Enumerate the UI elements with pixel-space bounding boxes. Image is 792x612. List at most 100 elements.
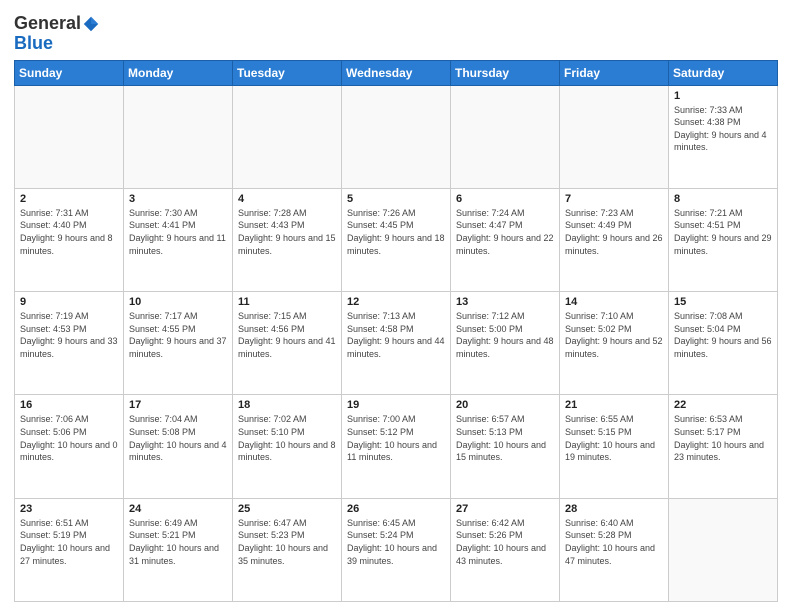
day-info: Sunrise: 6:40 AM Sunset: 5:28 PM Dayligh… <box>565 517 663 567</box>
day-number: 19 <box>347 399 445 411</box>
day-number: 26 <box>347 503 445 515</box>
calendar-cell: 13Sunrise: 7:12 AM Sunset: 5:00 PM Dayli… <box>451 292 560 395</box>
day-info: Sunrise: 6:47 AM Sunset: 5:23 PM Dayligh… <box>238 517 336 567</box>
day-number: 22 <box>674 399 772 411</box>
day-info: Sunrise: 7:24 AM Sunset: 4:47 PM Dayligh… <box>456 207 554 257</box>
day-info: Sunrise: 7:23 AM Sunset: 4:49 PM Dayligh… <box>565 207 663 257</box>
day-info: Sunrise: 7:02 AM Sunset: 5:10 PM Dayligh… <box>238 413 336 463</box>
calendar-cell <box>560 85 669 188</box>
calendar-week-row: 2 Sunrise: 7:31 AM Sunset: 4:40 PM Daylig… <box>15 188 778 291</box>
calendar-cell <box>342 85 451 188</box>
calendar-cell <box>124 85 233 188</box>
weekday-header-row: SundayMondayTuesdayWednesdayThursdayFrid… <box>15 60 778 85</box>
day-info: Sunrise: 6:45 AM Sunset: 5:24 PM Dayligh… <box>347 517 445 567</box>
day-info: Sunrise: 7:21 AM Sunset: 4:51 PM Dayligh… <box>674 207 772 257</box>
day-number: 24 <box>129 503 227 515</box>
logo-blue-text: Blue <box>14 34 100 54</box>
calendar-week-row: 23 Sunrise: 6:51 AM Sunset: 5:19 PM Dayli… <box>15 498 778 601</box>
day-info: Sunrise: 7:04 AM Sunset: 5:08 PM Dayligh… <box>129 413 227 463</box>
calendar-cell: 16Sunrise: 7:06 AM Sunset: 5:06 PM Dayli… <box>15 395 124 498</box>
day-info: Sunrise: 6:57 AM Sunset: 5:13 PM Dayligh… <box>456 413 554 463</box>
day-number: 6 <box>456 193 554 205</box>
day-info: Sunrise: 6:42 AM Sunset: 5:26 PM Dayligh… <box>456 517 554 567</box>
logo: General Blue <box>14 14 100 54</box>
calendar-table: SundayMondayTuesdayWednesdayThursdayFrid… <box>14 60 778 602</box>
calendar-cell: 14 Sunrise: 7:10 AM Sunset: 5:02 PM Dayli… <box>560 292 669 395</box>
day-number: 4 <box>238 193 336 205</box>
calendar-cell <box>669 498 778 601</box>
day-number: 7 <box>565 193 663 205</box>
calendar-cell: 2 Sunrise: 7:31 AM Sunset: 4:40 PM Daylig… <box>15 188 124 291</box>
calendar-cell: 28Sunrise: 6:40 AM Sunset: 5:28 PM Dayli… <box>560 498 669 601</box>
calendar-cell: 10 Sunrise: 7:17 AM Sunset: 4:55 PM Dayli… <box>124 292 233 395</box>
day-number: 10 <box>129 296 227 308</box>
day-info: Sunrise: 7:33 AM Sunset: 4:38 PM Dayligh… <box>674 104 772 154</box>
day-info: Sunrise: 7:17 AM Sunset: 4:55 PM Dayligh… <box>129 310 227 360</box>
page: General Blue SundayMondayTuesdayWednesda… <box>0 0 792 612</box>
day-number: 1 <box>674 90 772 102</box>
calendar-week-row: 16Sunrise: 7:06 AM Sunset: 5:06 PM Dayli… <box>15 395 778 498</box>
weekday-header-wednesday: Wednesday <box>342 60 451 85</box>
calendar-cell: 23 Sunrise: 6:51 AM Sunset: 5:19 PM Dayli… <box>15 498 124 601</box>
day-number: 17 <box>129 399 227 411</box>
calendar-cell: 12 Sunrise: 7:13 AM Sunset: 4:58 PM Dayli… <box>342 292 451 395</box>
day-info: Sunrise: 7:13 AM Sunset: 4:58 PM Dayligh… <box>347 310 445 360</box>
calendar-cell: 20 Sunrise: 6:57 AM Sunset: 5:13 PM Dayli… <box>451 395 560 498</box>
calendar-cell: 1 Sunrise: 7:33 AM Sunset: 4:38 PM Daylig… <box>669 85 778 188</box>
logo-general-text: General <box>14 14 81 34</box>
calendar-cell: 18 Sunrise: 7:02 AM Sunset: 5:10 PM Dayli… <box>233 395 342 498</box>
day-info: Sunrise: 6:53 AM Sunset: 5:17 PM Dayligh… <box>674 413 772 463</box>
calendar-cell: 22 Sunrise: 6:53 AM Sunset: 5:17 PM Dayli… <box>669 395 778 498</box>
day-info: Sunrise: 6:55 AM Sunset: 5:15 PM Dayligh… <box>565 413 663 463</box>
calendar-cell: 17 Sunrise: 7:04 AM Sunset: 5:08 PM Dayli… <box>124 395 233 498</box>
day-info: Sunrise: 6:51 AM Sunset: 5:19 PM Dayligh… <box>20 517 118 567</box>
day-info: Sunrise: 7:26 AM Sunset: 4:45 PM Dayligh… <box>347 207 445 257</box>
day-info: Sunrise: 7:19 AM Sunset: 4:53 PM Dayligh… <box>20 310 118 360</box>
day-number: 20 <box>456 399 554 411</box>
day-number: 18 <box>238 399 336 411</box>
calendar-cell <box>15 85 124 188</box>
weekday-header-friday: Friday <box>560 60 669 85</box>
calendar-cell: 26 Sunrise: 6:45 AM Sunset: 5:24 PM Dayli… <box>342 498 451 601</box>
calendar-cell: 8 Sunrise: 7:21 AM Sunset: 4:51 PM Daylig… <box>669 188 778 291</box>
weekday-header-monday: Monday <box>124 60 233 85</box>
calendar-cell: 24 Sunrise: 6:49 AM Sunset: 5:21 PM Dayli… <box>124 498 233 601</box>
day-info: Sunrise: 7:15 AM Sunset: 4:56 PM Dayligh… <box>238 310 336 360</box>
weekday-header-saturday: Saturday <box>669 60 778 85</box>
calendar-cell: 27 Sunrise: 6:42 AM Sunset: 5:26 PM Dayli… <box>451 498 560 601</box>
day-number: 21 <box>565 399 663 411</box>
weekday-header-tuesday: Tuesday <box>233 60 342 85</box>
day-number: 16 <box>20 399 118 411</box>
calendar-week-row: 9 Sunrise: 7:19 AM Sunset: 4:53 PM Daylig… <box>15 292 778 395</box>
calendar-week-row: 1 Sunrise: 7:33 AM Sunset: 4:38 PM Daylig… <box>15 85 778 188</box>
calendar-cell: 19 Sunrise: 7:00 AM Sunset: 5:12 PM Dayli… <box>342 395 451 498</box>
calendar-cell: 25Sunrise: 6:47 AM Sunset: 5:23 PM Dayli… <box>233 498 342 601</box>
calendar-cell: 3Sunrise: 7:30 AM Sunset: 4:41 PM Daylig… <box>124 188 233 291</box>
day-number: 11 <box>238 296 336 308</box>
calendar-cell: 15Sunrise: 7:08 AM Sunset: 5:04 PM Dayli… <box>669 292 778 395</box>
day-number: 9 <box>20 296 118 308</box>
calendar-cell: 9 Sunrise: 7:19 AM Sunset: 4:53 PM Daylig… <box>15 292 124 395</box>
day-number: 3 <box>129 193 227 205</box>
logo-icon <box>82 15 100 33</box>
day-info: Sunrise: 7:12 AM Sunset: 5:00 PM Dayligh… <box>456 310 554 360</box>
day-info: Sunrise: 7:00 AM Sunset: 5:12 PM Dayligh… <box>347 413 445 463</box>
day-info: Sunrise: 6:49 AM Sunset: 5:21 PM Dayligh… <box>129 517 227 567</box>
weekday-header-thursday: Thursday <box>451 60 560 85</box>
day-number: 15 <box>674 296 772 308</box>
calendar-cell: 21 Sunrise: 6:55 AM Sunset: 5:15 PM Dayli… <box>560 395 669 498</box>
day-number: 14 <box>565 296 663 308</box>
day-info: Sunrise: 7:10 AM Sunset: 5:02 PM Dayligh… <box>565 310 663 360</box>
day-number: 2 <box>20 193 118 205</box>
calendar-cell <box>233 85 342 188</box>
day-number: 5 <box>347 193 445 205</box>
calendar-cell: 11 Sunrise: 7:15 AM Sunset: 4:56 PM Dayli… <box>233 292 342 395</box>
day-number: 23 <box>20 503 118 515</box>
weekday-header-sunday: Sunday <box>15 60 124 85</box>
calendar-cell: 4Sunrise: 7:28 AM Sunset: 4:43 PM Daylig… <box>233 188 342 291</box>
day-info: Sunrise: 7:31 AM Sunset: 4:40 PM Dayligh… <box>20 207 118 257</box>
day-number: 8 <box>674 193 772 205</box>
day-number: 12 <box>347 296 445 308</box>
calendar-cell: 6 Sunrise: 7:24 AM Sunset: 4:47 PM Daylig… <box>451 188 560 291</box>
day-number: 27 <box>456 503 554 515</box>
